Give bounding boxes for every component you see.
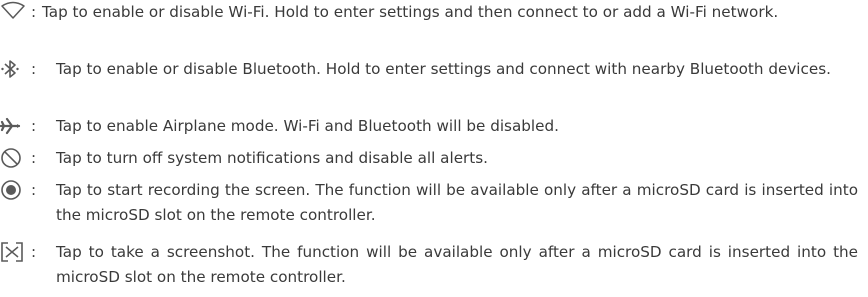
airplane-icon (0, 117, 28, 139)
item-colon: : (31, 181, 37, 199)
bluetooth-icon (0, 59, 28, 81)
screenshot-icon (0, 241, 28, 263)
item-description: Tap to enable Airplane mode. Wi-Fi and B… (56, 117, 559, 135)
item-description: Tap to start recording the screen. The f… (56, 181, 858, 224)
item-description: Tap to enable or disable Wi-Fi. Hold to … (42, 3, 779, 21)
item-description: Tap to enable or disable Bluetooth. Hold… (56, 60, 831, 78)
item-colon: : (31, 117, 37, 135)
wifi-icon (0, 1, 28, 23)
do-not-disturb-icon (0, 147, 28, 169)
item-colon: : (31, 149, 37, 167)
item-colon: : (31, 243, 37, 261)
item-description: Tap to turn off system notifications and… (56, 149, 488, 167)
screen-record-icon (0, 179, 28, 201)
item-colon: : (31, 3, 37, 21)
item-description: Tap to take a screenshot. The function w… (56, 243, 858, 286)
item-colon: : (31, 60, 37, 78)
